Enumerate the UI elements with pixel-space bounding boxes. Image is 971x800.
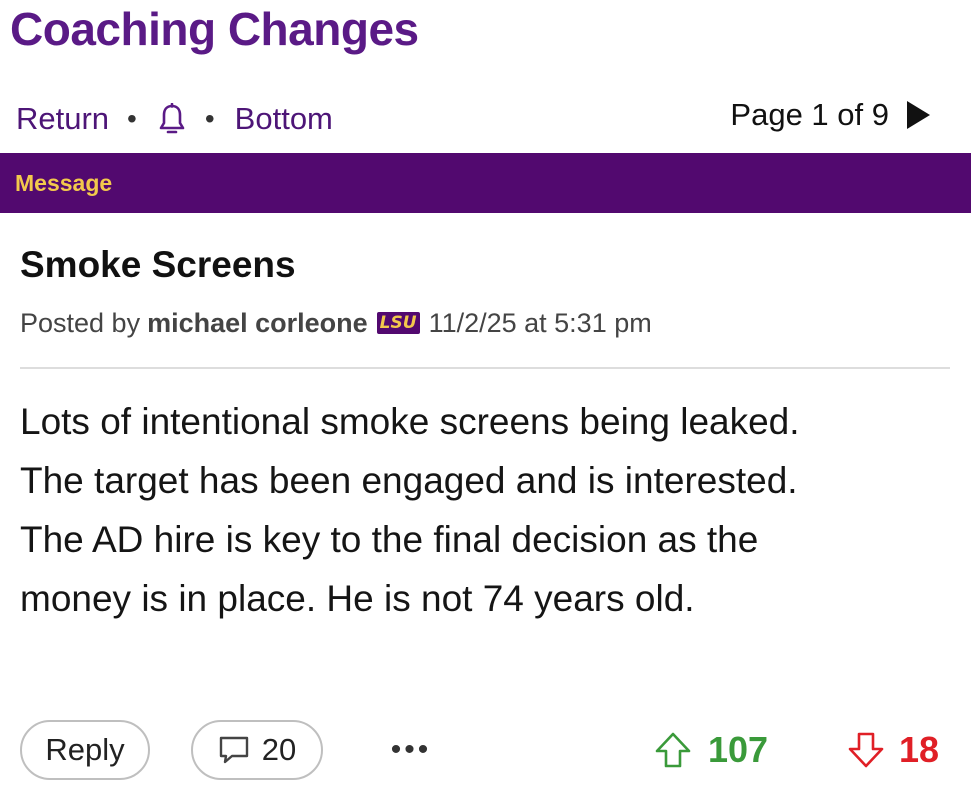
posted-by-label: Posted by [20, 307, 141, 338]
team-badge-icon: LSU [376, 312, 420, 334]
page-indicator: Page 1 of 9 [730, 97, 889, 132]
upvote-button[interactable]: 107 [654, 720, 768, 780]
post-body-line: Lots of intentional smoke screens being … [20, 401, 800, 442]
post-body-line: The target has been engaged and is inter… [20, 460, 798, 501]
comments-button[interactable]: 20 [191, 720, 323, 780]
post-body-line: money is in place. He is not 74 years ol… [20, 578, 695, 619]
nav-separator: • [204, 103, 215, 134]
bell-icon[interactable] [157, 102, 187, 136]
comment-count: 20 [261, 732, 297, 767]
message-header-bar: Message [0, 153, 971, 213]
post-actions: Reply 20 ••• 107 18 [0, 720, 971, 780]
up-arrow-icon [655, 732, 691, 768]
post-subject: Smoke Screens [20, 244, 296, 285]
thread-nav: Return • • Bottom [16, 98, 333, 140]
more-options-button[interactable]: ••• [383, 726, 439, 774]
forum-title: Coaching Changes [10, 3, 419, 55]
nav-separator: • [127, 103, 137, 134]
post-meta: Posted by michael corleone LSU 11/2/25 a… [20, 305, 652, 341]
play-arrow-icon[interactable] [905, 98, 931, 132]
post-body: Lots of intentional smoke screens being … [20, 392, 950, 628]
downvote-count: 18 [899, 729, 940, 770]
message-label: Message [15, 170, 113, 196]
post-page: Coaching Changes Return • • Bottom Page … [0, 0, 971, 800]
divider [20, 367, 950, 369]
post-timestamp: 11/2/25 at 5:31 pm [428, 307, 652, 338]
reply-button[interactable]: Reply [20, 720, 150, 780]
down-arrow-icon [848, 732, 884, 768]
downvote-button[interactable]: 18 [847, 720, 939, 780]
comment-icon [219, 736, 248, 764]
bottom-link[interactable]: Bottom [235, 101, 333, 137]
return-link[interactable]: Return [16, 101, 109, 137]
post-author[interactable]: michael corleone [147, 308, 368, 339]
post-body-line: The AD hire is key to the final decision… [20, 519, 759, 560]
upvote-count: 107 [708, 729, 769, 770]
pager: Page 1 of 9 [730, 94, 931, 136]
